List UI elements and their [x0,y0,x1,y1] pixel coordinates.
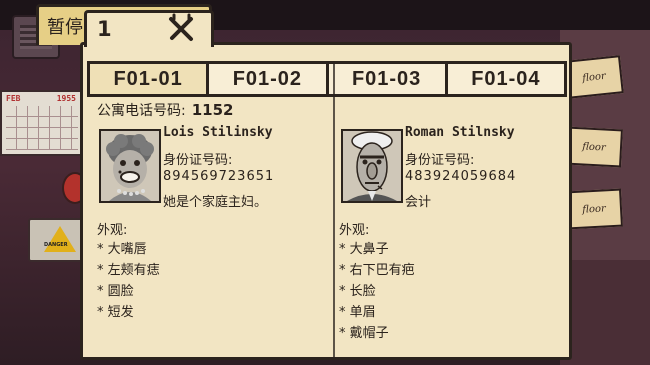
trait-item: * 戴帽子 [339,326,389,341]
trait-item: * 右下巴有疤 [339,263,415,278]
id-label: 身份证号码: [163,153,233,168]
id-number: 894569723651 [163,169,275,184]
apartment-phone-row: 公寓电话号码: 1152 [97,100,233,120]
tab-f01-02[interactable]: F01-02 [209,64,329,94]
occupation: 会计 [405,195,432,210]
appearance-label: 外观: [339,223,370,238]
resident-card-lois: Lois Stilinsky 身份证号码: 894569723651 她是个家庭… [97,125,327,355]
folder-number: 1 [97,17,112,41]
phone-label: 公寓电话号码: [97,103,186,119]
resident-name: Roman Stilnsky [405,125,515,140]
occupation: 她是个家庭主妇。 [163,195,268,210]
danger-sign-text: DANGER [44,242,68,248]
appearance-traits: * 大鼻子 * 右下巴有疤 * 长脸 * 单眉 * 戴帽子 [339,239,415,344]
folder-tab-number: 1 [84,10,214,47]
trait-item: * 左颊有痣 [97,263,160,278]
woman-portrait-icon [99,129,161,203]
resident-card-roman: Roman Stilnsky 身份证号码: 483924059684 会计 外观… [339,125,569,355]
trait-item: * 单眉 [339,305,376,320]
apartment-tabs: F01-01 F01-02 F01-03 F01-04 [87,61,567,97]
trait-item: * 短发 [97,305,134,320]
floor-note: floor [565,188,623,230]
calendar-grid [6,106,78,150]
appearance-traits: * 大嘴唇 * 左颊有痣 * 圆脸 * 短发 [97,239,160,323]
floor-note: floor [565,126,623,168]
column-divider [333,61,335,357]
man-portrait-icon [341,129,403,203]
trait-item: * 长脸 [339,284,376,299]
resident-name: Lois Stilinsky [163,125,273,140]
warning-triangle-icon [44,226,76,252]
id-number: 483924059684 [405,169,517,184]
wall-calendar: FEB 1955 [0,90,84,156]
tab-f01-03[interactable]: F01-03 [329,64,448,94]
pause-label: 暂停 [47,17,83,38]
phone-number: 1152 [191,101,234,119]
trait-item: * 大鼻子 [339,242,389,257]
id-label: 身份证号码: [405,153,475,168]
apartment-record-panel: F01-01 F01-02 F01-03 F01-04 公寓电话号码: 1152 [80,42,572,360]
tab-f01-01[interactable]: F01-01 [90,64,210,94]
floor-note: floor [564,55,624,99]
right-wall-bottom [560,260,650,365]
calendar-month: FEB [6,94,21,103]
trait-item: * 圆脸 [97,284,134,299]
trait-item: * 大嘴唇 [97,242,147,257]
calendar-year: 1955 [56,94,76,103]
tab-f01-04[interactable]: F01-04 [448,64,564,94]
close-x-icon[interactable] [165,11,199,45]
appearance-label: 外观: [97,223,128,238]
